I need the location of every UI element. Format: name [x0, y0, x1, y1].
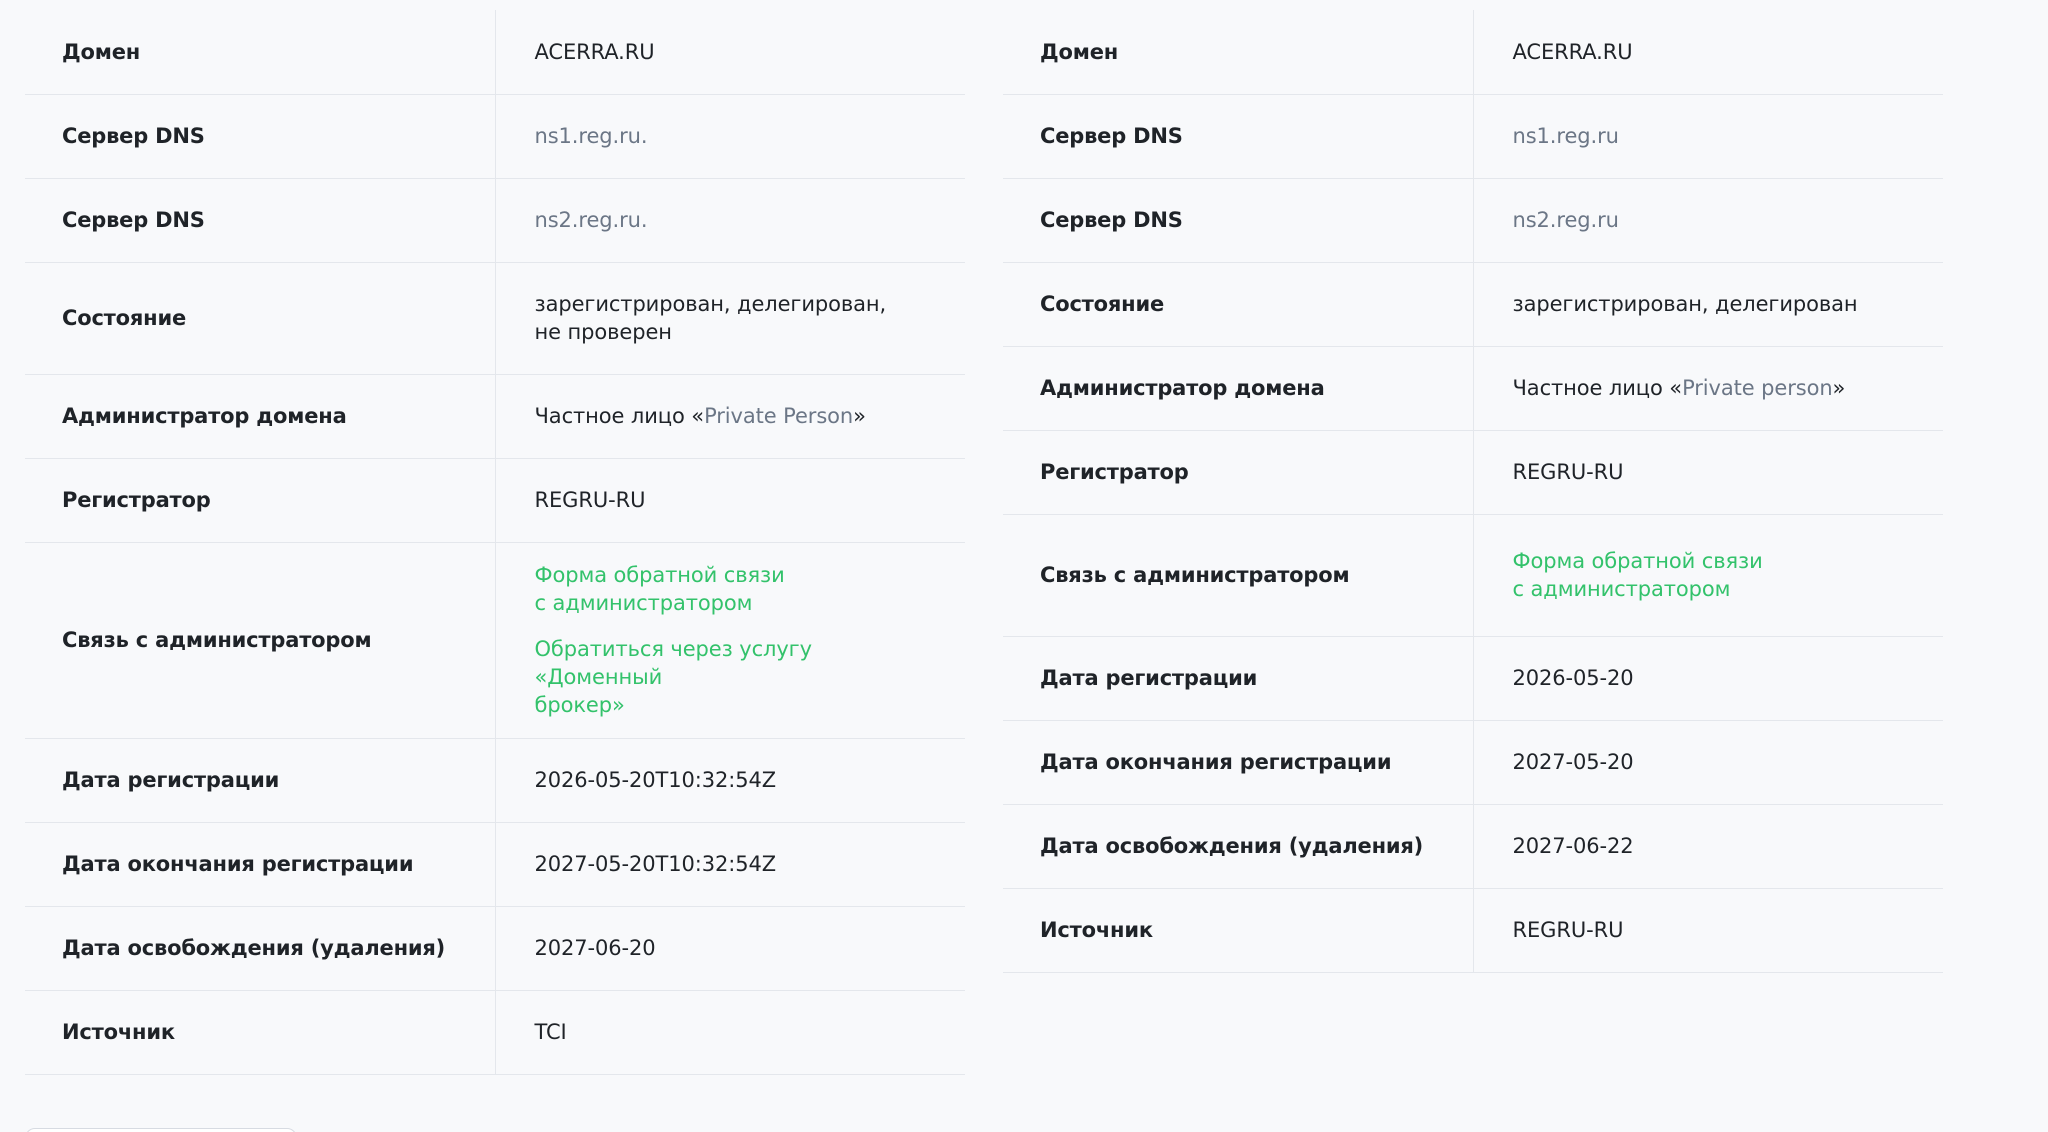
whois-table-left: Домен ACERRA.RU Сервер DNS ns1.reg.ru. С… — [25, 10, 965, 1075]
row-value-reg-date: 2026-05-20T10:32:54Z — [534, 768, 777, 792]
table-row: Дата освобождения (удаления) 2027-06-22 — [1003, 804, 1943, 888]
row-label-exp-date: Дата окончания регистрации — [1003, 720, 1474, 804]
row-label-free-date: Дата освобождения (удаления) — [1003, 804, 1474, 888]
row-value-contact: Форма обратной связи с администратором О… — [495, 542, 965, 738]
admin-suffix: » — [1832, 376, 1846, 400]
admin-prefix: Частное лицо « — [534, 404, 705, 428]
admin-suffix: » — [853, 404, 866, 428]
table-row: Администратор домена Частное лицо «Priva… — [1003, 346, 1943, 430]
admin-name: Private person — [1682, 376, 1833, 400]
feedback-form-link[interactable]: Форма обратной связи с администратором — [535, 561, 936, 617]
table-row: Регистратор REGRU-RU — [25, 458, 965, 542]
row-value-registrar: REGRU-RU — [1512, 460, 1624, 484]
table-row: Домен ACERRA.RU — [1003, 10, 1943, 94]
row-value-admin: Частное лицо «Private Person» — [495, 374, 965, 458]
row-value-reg-date: 2026-05-20 — [1512, 666, 1634, 690]
row-value-exp-date: 2027-05-20 — [1512, 750, 1634, 774]
whois-table-right: Домен ACERRA.RU Сервер DNS ns1.reg.ru Се… — [1003, 10, 1943, 973]
row-label-dns-1: Сервер DNS — [25, 94, 496, 178]
row-label-registrar: Регистратор — [25, 458, 496, 542]
admin-prefix: Частное лицо « — [1512, 376, 1683, 400]
row-label-contact: Связь с администратором — [1003, 514, 1474, 636]
table-row: Состояние зарегистрирован, делегирован, … — [25, 262, 965, 374]
row-value-state: зарегистрирован, делегирован, не провере… — [534, 292, 887, 344]
row-label-domain: Домен — [25, 10, 496, 94]
row-label-state: Состояние — [25, 262, 496, 374]
row-label-admin: Администратор домена — [25, 374, 496, 458]
row-label-exp-date: Дата окончания регистрации — [25, 822, 496, 906]
table-row: Связь с администратором Форма обратной с… — [25, 542, 965, 738]
table-row: Связь с администратором Форма обратной с… — [1003, 514, 1943, 636]
row-label-reg-date: Дата регистрации — [25, 738, 496, 822]
row-label-dns-2: Сервер DNS — [25, 178, 496, 262]
row-value-exp-date: 2027-05-20T10:32:54Z — [534, 852, 777, 876]
row-value-free-date: 2027-06-22 — [1512, 834, 1634, 858]
row-value-source: REGRU-RU — [1512, 918, 1624, 942]
row-value-domain: ACERRA.RU — [1512, 39, 1633, 64]
table-row: Регистратор REGRU-RU — [1003, 430, 1943, 514]
row-value-dns-2: ns2.reg.ru. — [534, 208, 648, 232]
row-label-contact: Связь с администратором — [25, 542, 496, 738]
table-row: Дата регистрации 2026-05-20 — [1003, 636, 1943, 720]
table-row: Сервер DNS ns2.reg.ru — [1003, 178, 1943, 262]
row-label-state: Состояние — [1003, 262, 1474, 346]
row-label-registrar: Регистратор — [1003, 430, 1474, 514]
row-label-source: Источник — [1003, 888, 1474, 972]
row-value-contact: Форма обратной связи с администратором — [1473, 514, 1943, 636]
row-value-free-date: 2027-06-20 — [534, 936, 656, 960]
row-label-source: Источник — [25, 990, 496, 1074]
row-value-dns-2: ns2.reg.ru — [1512, 208, 1619, 232]
table-row: Сервер DNS ns2.reg.ru. — [25, 178, 965, 262]
table-row: Дата освобождения (удаления) 2027-06-20 — [25, 906, 965, 990]
row-label-reg-date: Дата регистрации — [1003, 636, 1474, 720]
row-value-state: зарегистрирован, делегирован — [1512, 292, 1858, 316]
table-row: Источник REGRU-RU — [1003, 888, 1943, 972]
table-row: Домен ACERRA.RU — [25, 10, 965, 94]
table-row: Администратор домена Частное лицо «Priva… — [25, 374, 965, 458]
table-row: Дата регистрации 2026-05-20T10:32:54Z — [25, 738, 965, 822]
table-row: Дата окончания регистрации 2027-05-20 — [1003, 720, 1943, 804]
feedback-form-link[interactable]: Форма обратной связи с администратором — [1513, 547, 1914, 603]
row-value-dns-1: ns1.reg.ru. — [534, 124, 648, 148]
table-row: Сервер DNS ns1.reg.ru — [1003, 94, 1943, 178]
row-label-free-date: Дата освобождения (удаления) — [25, 906, 496, 990]
row-label-dns-1: Сервер DNS — [1003, 94, 1474, 178]
table-row: Сервер DNS ns1.reg.ru. — [25, 94, 965, 178]
row-value-dns-1: ns1.reg.ru — [1512, 124, 1619, 148]
table-row: Состояние зарегистрирован, делегирован — [1003, 262, 1943, 346]
bottom-button-partial[interactable] — [25, 1128, 297, 1132]
row-value-domain: ACERRA.RU — [534, 39, 655, 64]
domain-broker-link[interactable]: Обратиться через услугу «Доменный брокер… — [535, 635, 936, 719]
row-label-dns-2: Сервер DNS — [1003, 178, 1474, 262]
table-row: Источник TCI — [25, 990, 965, 1074]
table-row: Дата окончания регистрации 2027-05-20T10… — [25, 822, 965, 906]
row-value-registrar: REGRU-RU — [534, 488, 646, 512]
row-label-domain: Домен — [1003, 10, 1474, 94]
row-label-admin: Администратор домена — [1003, 346, 1474, 430]
row-value-admin: Частное лицо «Private person» — [1473, 346, 1943, 430]
whois-comparison-page: Домен ACERRA.RU Сервер DNS ns1.reg.ru. С… — [0, 0, 2048, 1132]
row-value-source: TCI — [534, 1020, 567, 1044]
admin-name: Private Person — [704, 404, 854, 428]
